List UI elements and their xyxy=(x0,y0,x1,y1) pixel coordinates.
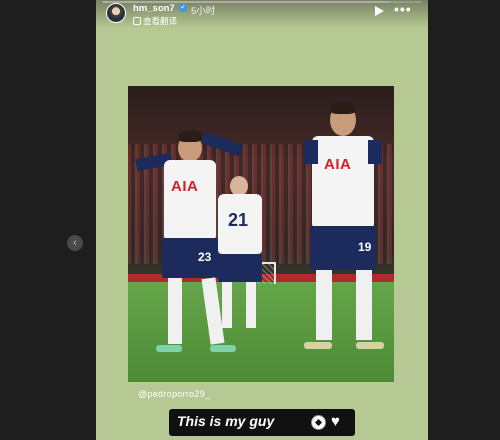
verified-badge-icon: ✓ xyxy=(179,4,187,12)
player-head xyxy=(230,176,248,196)
player-boot xyxy=(156,345,182,352)
left-backdrop xyxy=(0,0,96,440)
story-header: hm_son7 ✓ 5小时 查看翻译 ••• xyxy=(96,0,428,28)
player-boot xyxy=(210,345,236,352)
player-arm xyxy=(368,140,382,164)
shirt-sponsor: AIA xyxy=(171,178,199,195)
right-backdrop xyxy=(428,0,500,440)
play-icon[interactable] xyxy=(373,5,385,17)
player-hair xyxy=(178,130,202,142)
chevron-left-icon: ‹ xyxy=(73,237,77,249)
soccer-ball-icon xyxy=(311,415,326,430)
story-viewer[interactable]: hm_son7 ✓ 5小时 查看翻译 ••• AIA 23 21 AIA 19 … xyxy=(96,0,428,440)
player-right: AIA 19 xyxy=(286,102,394,364)
shirt-sponsor: AIA xyxy=(324,156,352,173)
player-shirt xyxy=(312,136,374,228)
player-leg xyxy=(168,278,182,344)
translate-link[interactable]: 查看翻译 xyxy=(133,15,177,27)
player-shirt xyxy=(164,160,216,240)
shorts-number: 23 xyxy=(198,250,212,264)
player-boot xyxy=(304,342,332,349)
player-leg xyxy=(246,282,256,328)
player-leg xyxy=(316,270,332,340)
shorts-number: 19 xyxy=(358,240,372,254)
avatar[interactable] xyxy=(106,3,126,23)
previous-story-button[interactable]: ‹ xyxy=(67,235,83,251)
username[interactable]: hm_son7 xyxy=(133,3,175,14)
player-arm xyxy=(201,131,243,157)
white-heart-icon: ♥ xyxy=(331,413,340,430)
player-leg xyxy=(222,282,232,328)
more-dots-icon[interactable]: ••• xyxy=(394,2,411,16)
player-boot xyxy=(356,342,384,349)
player-hair xyxy=(330,102,356,114)
caption-sticker: This is my guy ♥ xyxy=(169,409,355,436)
player-middle: 21 xyxy=(212,176,272,336)
translate-icon xyxy=(133,17,141,25)
player-shorts xyxy=(218,254,262,282)
translate-label: 查看翻译 xyxy=(143,16,178,26)
player-arm xyxy=(304,140,318,164)
caption-text: This is my guy xyxy=(177,413,275,429)
shirt-back-number: 21 xyxy=(228,210,249,230)
story-photo: AIA 23 21 AIA 19 xyxy=(128,86,394,382)
mention-tag[interactable]: @pedroporro29_ xyxy=(138,389,210,399)
player-leg xyxy=(356,270,372,340)
post-time: 5小时 xyxy=(191,6,216,17)
